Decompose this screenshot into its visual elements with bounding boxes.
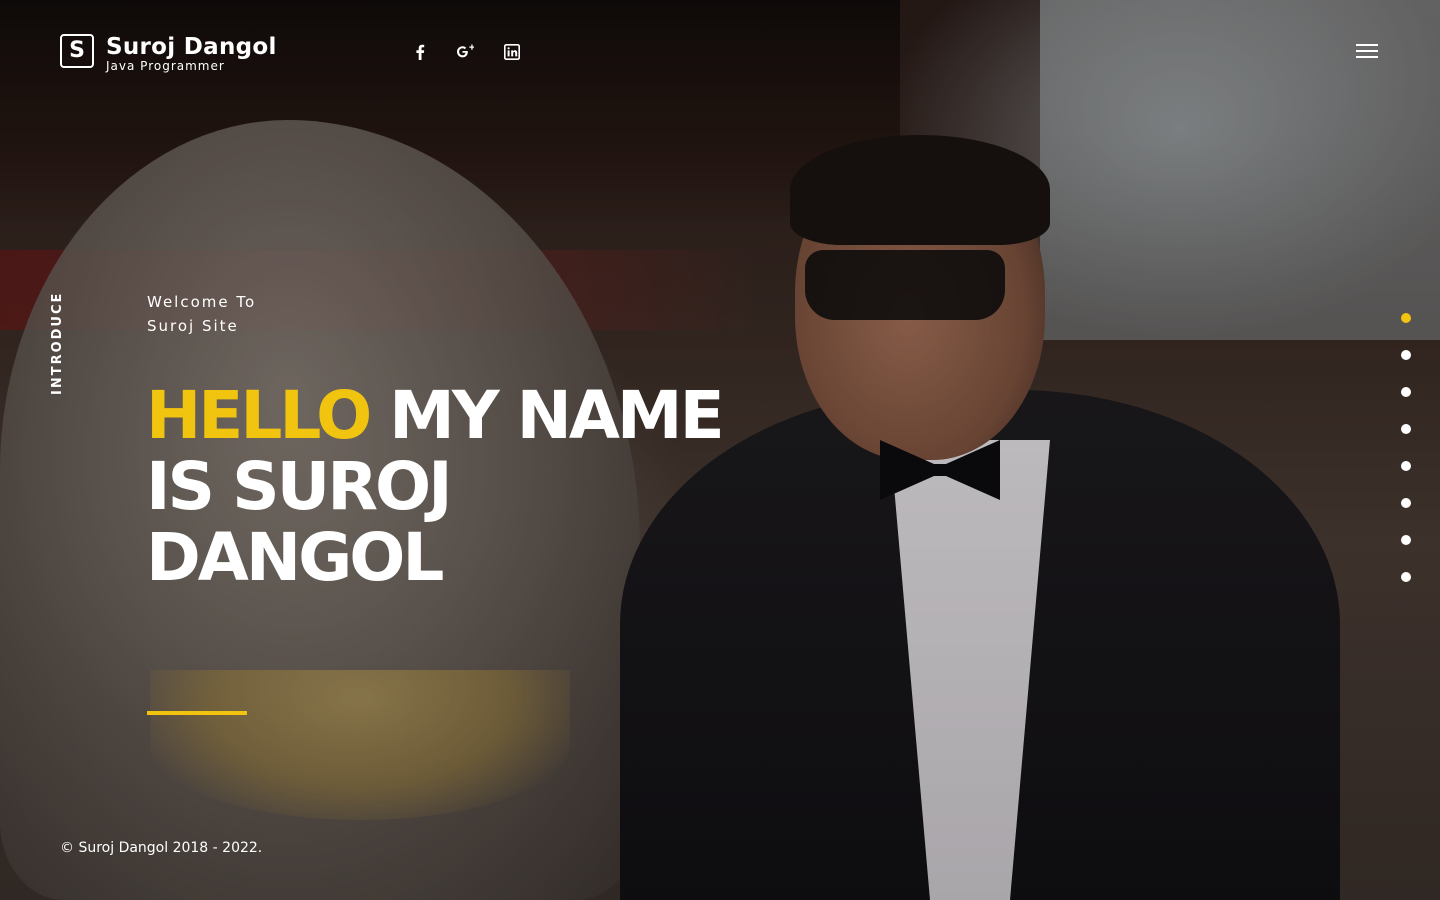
section-dot[interactable] <box>1401 313 1411 323</box>
hero-page: S Suroj Dangol Java Programmer INTRODUCE… <box>0 0 1440 900</box>
section-dots-nav <box>1401 313 1411 582</box>
section-dot[interactable] <box>1401 498 1411 508</box>
headline-line-2: IS SUROJ <box>146 448 453 525</box>
hero-headline: HELLO MY NAME IS SUROJ DANGOL <box>146 380 746 593</box>
hamburger-menu-icon[interactable] <box>1352 40 1382 62</box>
brand-link[interactable]: S Suroj Dangol Java Programmer <box>60 34 277 72</box>
welcome-line-2: Suroj Site <box>147 317 239 335</box>
accent-divider <box>147 711 247 715</box>
section-dot[interactable] <box>1401 461 1411 471</box>
linkedin-icon[interactable] <box>500 40 524 64</box>
social-links <box>408 40 524 64</box>
section-dot[interactable] <box>1401 424 1411 434</box>
headline-line-1: MY NAME <box>369 377 725 454</box>
section-dot[interactable] <box>1401 535 1411 545</box>
section-dot[interactable] <box>1401 387 1411 397</box>
site-tagline: Java Programmer <box>106 59 225 73</box>
logo-icon: S <box>60 34 94 68</box>
welcome-line-1: Welcome To <box>147 293 257 311</box>
facebook-icon[interactable] <box>408 40 432 64</box>
google-plus-icon[interactable] <box>454 40 478 64</box>
section-dot[interactable] <box>1401 572 1411 582</box>
section-dot[interactable] <box>1401 350 1411 360</box>
headline-line-3: DANGOL <box>146 519 444 596</box>
copyright-text: © Suroj Dangol 2018 - 2022. <box>60 840 263 856</box>
headline-highlight: HELLO <box>146 377 372 454</box>
site-name: Suroj Dangol <box>106 34 277 60</box>
welcome-text: Welcome To Suroj Site <box>147 290 256 338</box>
section-label: INTRODUCE <box>50 291 65 395</box>
